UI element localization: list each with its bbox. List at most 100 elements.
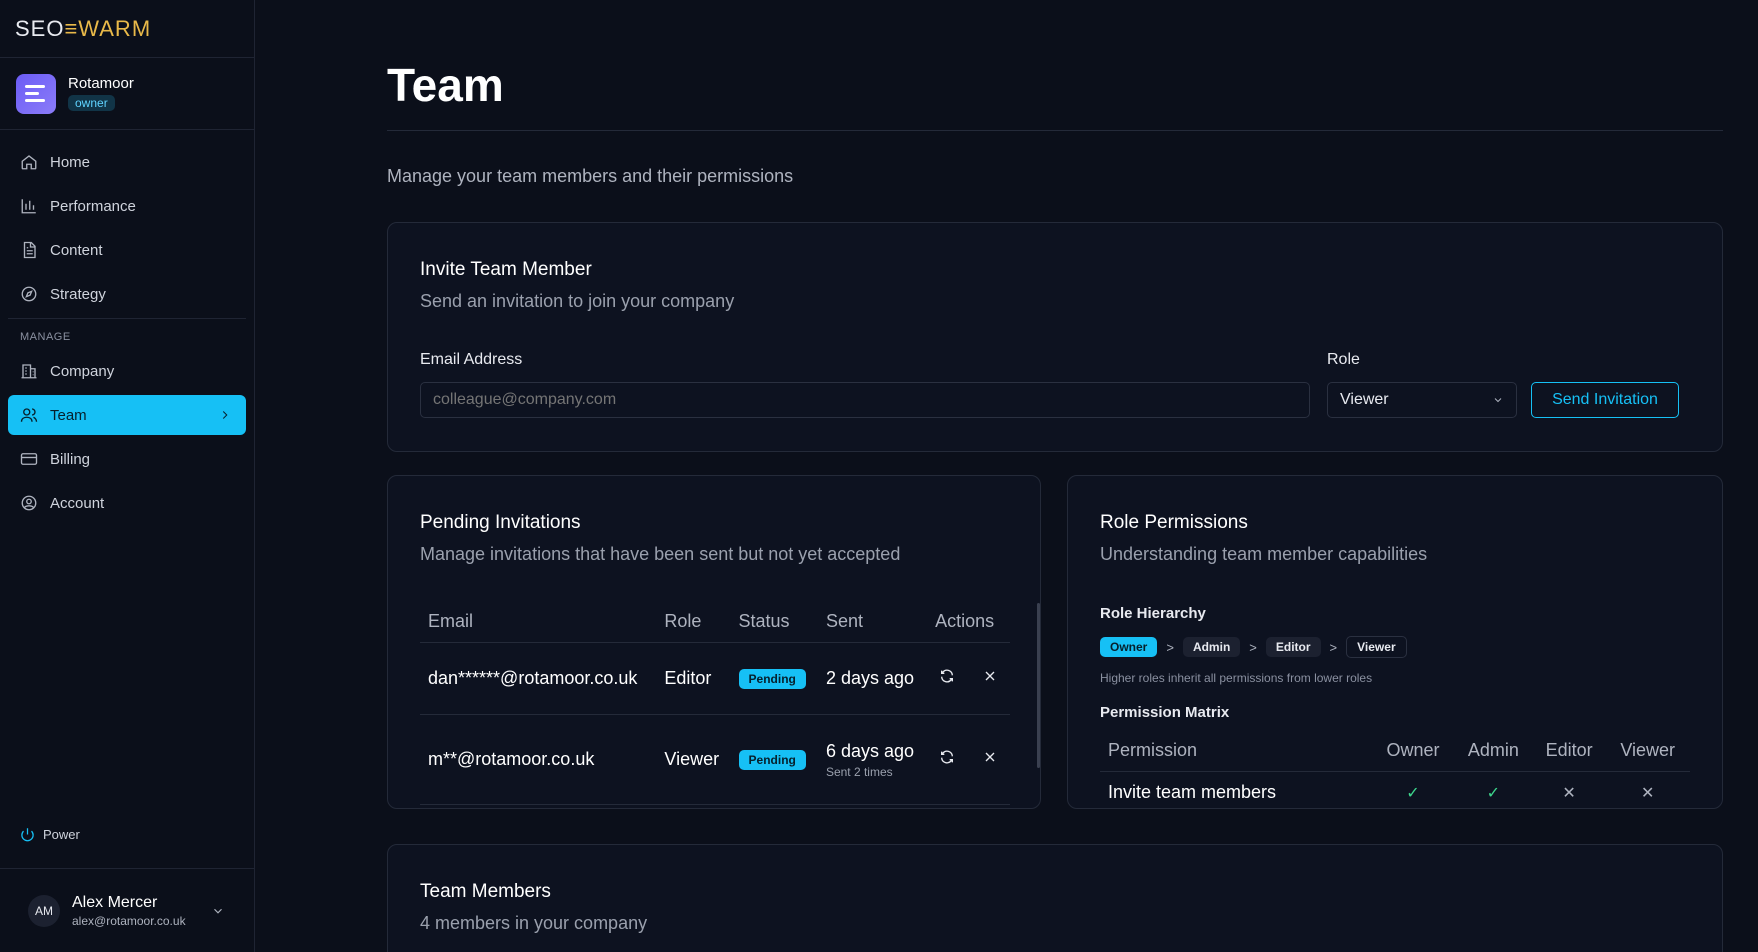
chevron-down-icon [214,908,222,914]
sidebar-item-team[interactable]: Team [8,395,246,435]
page-subtitle: Manage your team members and their permi… [387,166,794,186]
resend-button[interactable] [939,668,955,688]
table-row: Invite team members ✓ ✓ ✕ ✕ [1100,771,1690,808]
column-header: Role [656,602,731,643]
invite-sent: 2 days ago [825,667,915,688]
table-row: dan******@rotamoor.co.uk Editor Pending … [420,642,1010,715]
invite-role: Viewer [656,714,731,805]
members-description: 4 members in your company [420,913,648,933]
pending-title: Pending Invitations [420,512,581,533]
permission-name: Invite team members [1108,781,1277,802]
logo-text-swarm: ≡WARM [64,15,152,41]
role-hierarchy: Owner > Admin > Editor > Viewer [1100,636,1407,658]
column-header: Viewer [1605,731,1690,772]
revoke-button[interactable] [982,749,998,769]
sidebar-item-label: Billing [50,450,91,468]
role-select[interactable]: Viewer [1327,382,1517,418]
scrollbar[interactable] [1037,603,1040,768]
cross-icon: ✕ [1641,784,1655,802]
sidebar-item-label: Content [50,241,103,259]
user-circle-icon [21,495,37,511]
role-chip-viewer: Viewer [1346,636,1407,658]
company-name: Rotamoor [68,75,134,92]
check-icon: ✓ [1486,784,1501,802]
company-switcher[interactable]: Rotamoor owner [0,58,254,130]
power-icon [21,828,34,842]
members-title: Team Members [420,881,551,902]
invite-description: Send an invitation to join your company [420,291,735,311]
document-icon [23,241,36,259]
sidebar-item-company[interactable]: Company [8,351,246,391]
role-chip-admin: Admin [1182,637,1241,657]
invite-title: Invite Team Member [420,259,592,280]
refresh-icon [941,669,954,682]
sidebar-item-label: Account [50,494,105,512]
close-icon [985,752,995,761]
sidebar-item-billing[interactable]: Billing [8,439,246,479]
column-header: Admin [1453,731,1533,772]
bar-chart-icon [21,199,36,214]
sidebar-item-performance[interactable]: Performance [8,186,246,226]
column-header: Status [730,602,818,643]
send-invitation-button[interactable]: Send Invitation [1531,382,1679,418]
sidebar-item-label: Team [50,406,87,424]
avatar: AM [28,894,60,927]
company-logo-icon [16,73,56,114]
sidebar-nav: Home Performance Content Strategy MANAGE… [0,130,254,539]
check-icon: ✓ [1406,784,1420,802]
pending-table: Email Role Status Sent Actions dan******… [420,602,1010,805]
column-header: Sent [817,602,928,643]
table-header-row: Email Role Status Sent Actions [420,602,1010,643]
status-badge: Pending [738,669,806,689]
chevron-down-icon [1494,398,1502,403]
logo[interactable]: SEO ≡WARM [0,0,254,58]
chevron-right-icon [222,411,228,419]
pending-invitations-card: Pending Invitations Manage invitations t… [387,475,1041,809]
hierarchy-separator: > [1329,639,1338,655]
role-chip-owner: Owner [1100,637,1158,657]
title-divider [387,130,1723,131]
column-header: Editor [1532,731,1606,772]
email-field[interactable] [420,382,1310,418]
user-email: alex@rotamoor.co.uk [72,913,186,928]
role-badge: owner [68,95,115,111]
power-button[interactable]: Power [20,827,80,842]
permission-matrix-label: Permission Matrix [1100,704,1230,721]
nav-divider [8,318,246,319]
sidebar-item-label: Home [50,153,91,171]
hierarchy-separator: > [1166,639,1174,655]
sidebar-item-label: Strategy [50,285,106,303]
revoke-button[interactable] [982,668,998,688]
page-title: Team [387,59,504,111]
building-icon [21,364,37,379]
logo-text-seo: SEO [15,15,65,41]
role-label: Role [1327,351,1360,368]
sidebar-item-account[interactable]: Account [8,483,246,523]
permission-matrix: Permission Owner Admin Editor Viewer Inv… [1100,731,1690,808]
column-header: Permission [1100,731,1373,772]
invite-sent: 6 days ago [825,741,915,761]
hierarchy-separator: > [1249,639,1257,655]
invite-card: Invite Team Member Send an invitation to… [387,222,1723,452]
invite-email: dan******@rotamoor.co.uk [420,642,657,715]
users-icon [20,408,38,422]
sidebar-item-home[interactable]: Home [8,142,246,182]
table-header-row: Permission Owner Admin Editor Viewer [1100,731,1690,772]
user-menu[interactable]: AM Alex Mercer alex@rotamoor.co.uk [0,868,255,952]
compass-icon [21,286,37,302]
sidebar-item-strategy[interactable]: Strategy [8,274,246,314]
nav-section-label: MANAGE [20,331,71,343]
invite-role: Editor [656,642,731,715]
sidebar-item-content[interactable]: Content [8,230,246,270]
pending-description: Manage invitations that have been sent b… [420,544,901,564]
sidebar: SEO ≡WARM Rotamoor owner Home Performanc… [0,0,255,952]
credit-card-icon [20,453,38,465]
sidebar-item-label: Company [50,362,115,380]
resend-button[interactable] [939,749,955,769]
close-icon [985,671,995,680]
power-label: Power [43,827,80,842]
team-members-card: Team Members 4 members in your company [387,844,1723,952]
role-chip-editor: Editor [1265,637,1321,657]
hierarchy-note: Higher roles inherit all permissions fro… [1100,671,1373,685]
table-row: m**@rotamoor.co.uk Viewer Pending 6 days… [420,714,1010,805]
